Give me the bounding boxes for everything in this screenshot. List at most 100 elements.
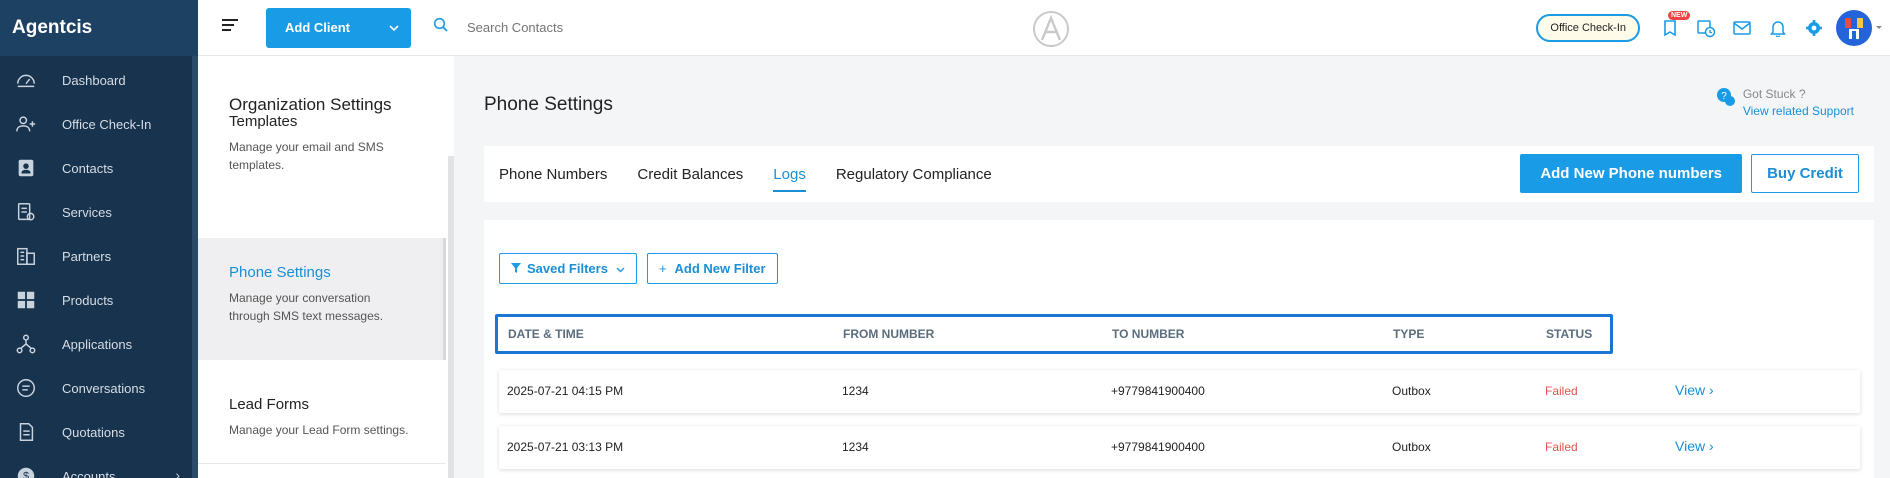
settings-item-desc: Manage your Lead Form settings.: [229, 423, 409, 437]
sidebar-item-products[interactable]: Products: [0, 278, 198, 322]
top-right-actions: Office Check-In NEW: [1536, 0, 1890, 56]
view-link[interactable]: View ›: [1675, 382, 1714, 398]
sidebar-item-partners[interactable]: Partners: [0, 234, 198, 278]
cell-to-number: +9779841900400: [1111, 440, 1205, 454]
applications-icon: [14, 332, 38, 356]
support-widget: ? Got Stuck ? View related Support: [1715, 86, 1854, 120]
whats-new-icon[interactable]: NEW: [1652, 11, 1691, 37]
search-input[interactable]: [467, 20, 767, 35]
cell-date-time: 2025-07-21 03:13 PM: [507, 440, 624, 454]
filter-bar: Saved Filters + Add New Filter: [499, 253, 788, 284]
tab-logs[interactable]: Logs: [773, 146, 806, 202]
chevron-down-icon: [616, 261, 625, 276]
menu-toggle-icon[interactable]: [222, 18, 246, 37]
sidebar-item-services[interactable]: Services: [0, 190, 198, 234]
table-row: 2025-07-21 03:13 PM 1234 +9779841900400 …: [499, 426, 1860, 469]
sidebar-item-contacts[interactable]: Contacts: [0, 146, 198, 190]
sidebar-item-label: Services: [62, 204, 112, 220]
saved-filters-button[interactable]: Saved Filters: [499, 253, 637, 284]
support-question: Got Stuck ?: [1742, 87, 1806, 101]
services-icon: [14, 200, 38, 224]
sidebar-item-dashboard[interactable]: Dashboard: [0, 58, 198, 102]
svg-text:$: $: [23, 471, 29, 478]
sidebar-item-label: Accounts: [62, 468, 116, 478]
calendar-clock-icon[interactable]: [1688, 18, 1724, 38]
saved-filters-label: Saved Filters: [527, 261, 608, 276]
column-header-date-time[interactable]: DATE & TIME: [508, 327, 584, 341]
gear-icon[interactable]: [1796, 19, 1832, 37]
settings-item-templates[interactable]: Templates Manage your email and SMS temp…: [198, 114, 446, 200]
add-client-label: Add Client: [285, 20, 350, 35]
office-checkin-button[interactable]: Office Check-In: [1536, 14, 1640, 42]
add-new-filter-button[interactable]: + Add New Filter: [646, 253, 778, 284]
top-bar: Add Client Office Check-In NEW: [198, 0, 1890, 56]
view-label: View: [1675, 438, 1706, 454]
settings-item-desc: Manage your email and SMS templates.: [229, 140, 384, 172]
conversations-icon: [14, 376, 38, 400]
settings-item-phone-settings[interactable]: Phone Settings Manage your conversation …: [198, 238, 446, 360]
plus-icon: +: [658, 261, 667, 276]
support-text: Got Stuck ? View related Support: [1743, 86, 1854, 120]
sidebar-item-label: Applications: [62, 336, 133, 352]
column-header-to-number[interactable]: TO NUMBER: [1112, 327, 1184, 341]
tab-regulatory-compliance[interactable]: Regulatory Compliance: [836, 146, 992, 202]
avatar[interactable]: [1836, 10, 1882, 46]
cell-status: Failed: [1545, 440, 1578, 454]
partners-icon: [14, 244, 38, 268]
help-chat-icon: ?: [1715, 86, 1737, 120]
cell-type: Outbox: [1392, 440, 1431, 454]
mail-icon[interactable]: [1724, 21, 1760, 35]
sidebar-item-label: Partners: [62, 248, 112, 264]
office-checkin-label: Office Check-In: [1550, 22, 1626, 34]
add-new-filter-label: Add New Filter: [674, 261, 766, 276]
sidebar-nav: Dashboard Office Check-In Contacts Servi…: [0, 56, 198, 478]
sidebar-item-label: Office Check-In: [62, 116, 152, 132]
sidebar-item-label: Contacts: [62, 160, 114, 176]
bell-icon[interactable]: [1760, 19, 1796, 37]
sidebar: Agentcis Dashboard Office Check-In Conta…: [0, 0, 198, 478]
sidebar-item-label: Quotations: [62, 424, 125, 440]
settings-panel: Organization Settings Templates Manage y…: [198, 56, 454, 478]
sidebar-item-label: Dashboard: [62, 72, 126, 88]
sidebar-item-accounts[interactable]: $ Accounts ›: [0, 454, 198, 478]
column-header-from-number[interactable]: FROM NUMBER: [843, 327, 934, 341]
dashboard-icon: [14, 68, 38, 92]
page-title: Phone Settings: [484, 94, 613, 115]
sidebar-item-conversations[interactable]: Conversations: [0, 366, 198, 410]
chevron-right-icon: ›: [175, 467, 180, 478]
tabs-card: Phone Numbers Credit Balances Logs Regul…: [484, 146, 1874, 202]
filter-icon: [511, 261, 521, 276]
main-content: Phone Settings ? Got Stuck ? View relate…: [454, 56, 1890, 478]
settings-item-title: Templates: [229, 114, 298, 130]
sidebar-item-label: Conversations: [62, 380, 146, 396]
brand-logo[interactable]: Agentcis: [0, 0, 198, 56]
sidebar-item-applications[interactable]: Applications: [0, 322, 198, 366]
chevron-down-icon[interactable]: [389, 20, 399, 35]
buy-credit-button[interactable]: Buy Credit: [1751, 154, 1859, 193]
logs-card: Saved Filters + Add New Filter DATE & TI…: [484, 220, 1874, 478]
view-label: View: [1675, 382, 1706, 398]
products-icon: [14, 288, 38, 312]
chevron-right-icon: ›: [1708, 438, 1714, 454]
add-client-button[interactable]: Add Client: [266, 7, 411, 48]
search-icon[interactable]: [433, 17, 449, 38]
tab-credit-balances[interactable]: Credit Balances: [637, 146, 743, 202]
view-link[interactable]: View ›: [1675, 438, 1714, 454]
sidebar-item-label: Products: [62, 292, 114, 308]
chevron-right-icon: ›: [1708, 382, 1714, 398]
avatar-caret-icon: [1876, 26, 1882, 32]
table-header: DATE & TIME FROM NUMBER TO NUMBER TYPE S…: [495, 314, 1613, 354]
add-phone-number-button[interactable]: Add New Phone numbers: [1520, 154, 1742, 193]
support-link[interactable]: View related Support: [1743, 103, 1854, 120]
settings-item-lead-forms[interactable]: Lead Forms Manage your Lead Form setting…: [198, 360, 446, 464]
settings-item-title: Phone Settings: [229, 264, 331, 281]
column-header-status[interactable]: STATUS: [1546, 327, 1592, 341]
sidebar-item-quotations[interactable]: Quotations: [0, 410, 198, 454]
cell-from-number: 1234: [842, 384, 869, 398]
contacts-icon: [14, 156, 38, 180]
column-header-type[interactable]: TYPE: [1393, 327, 1424, 341]
settings-item-title: Lead Forms: [229, 396, 310, 413]
settings-item-desc: Manage your conversation through SMS tex…: [229, 291, 384, 323]
sidebar-item-office-checkin[interactable]: Office Check-In: [0, 102, 198, 146]
tab-phone-numbers[interactable]: Phone Numbers: [499, 146, 607, 202]
